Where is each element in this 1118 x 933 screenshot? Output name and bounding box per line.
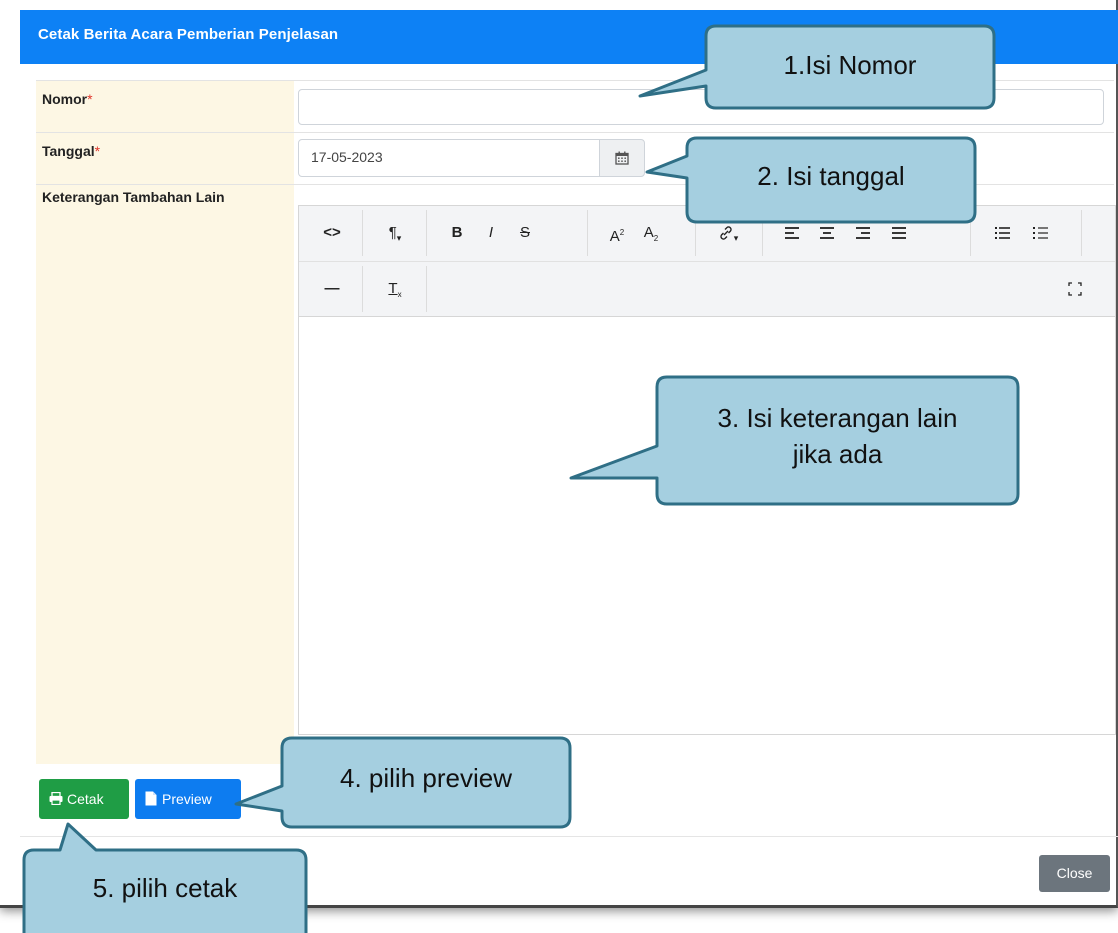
tanggal-label-text: Tanggal [42,143,95,159]
align-right-glyph [856,227,870,239]
required-mark: * [94,143,101,159]
italic-icon[interactable]: I [473,206,509,260]
fullscreen-glyph [1068,282,1082,296]
toolbar-row: <> ¶▾ B I S A2 A2 ▾ [299,206,1115,260]
fullscreen-icon[interactable] [1055,262,1095,316]
align-justify-icon[interactable] [881,206,917,260]
align-justify-glyph [892,227,906,239]
calendar-icon [615,151,629,165]
link-glyph [720,226,732,240]
ordered-list-glyph [1033,227,1048,240]
file-icon [145,791,157,806]
preview-label: Preview [162,791,212,807]
editor-toolbar: <> ¶▾ B I S A2 A2 ▾ — Tx [299,206,1115,317]
toolbar-row: — Tx [299,262,1115,316]
preview-button[interactable]: Preview [135,779,241,819]
label-column [36,80,294,764]
required-mark: * [87,91,93,107]
nomor-label-text: Nomor [42,91,88,107]
toolbar-separator [587,210,588,256]
align-center-glyph [820,227,834,239]
align-center-icon[interactable] [809,206,845,260]
link-icon[interactable]: ▾ [705,206,751,260]
ordered-list-icon[interactable] [1023,206,1059,260]
callout-3: 3. Isi keterangan lain jika ada [657,400,1018,472]
callout-1: 1.Isi Nomor [783,50,917,80]
calendar-button[interactable] [599,139,645,177]
callout-5: 5. pilih cetak [92,873,238,903]
tanggal-label: Tanggal* [42,143,100,159]
toolbar-separator [695,210,696,256]
toolbar-separator [362,266,363,312]
callout-3-line1: 3. Isi keterangan lain [717,403,958,433]
cetak-button[interactable]: Cetak [39,779,129,819]
toolbar-separator [1081,210,1082,256]
callout-2: 2. Isi tanggal [757,161,905,191]
toolbar-separator [762,210,763,256]
callout-4: 4. pilih preview [340,763,512,793]
keterangan-label: Keterangan Tambahan Lain [42,189,225,205]
paragraph-icon[interactable]: ¶▾ [367,206,423,260]
cetak-label: Cetak [67,791,104,807]
row-divider [36,132,1114,133]
close-button[interactable]: Close [1039,855,1110,892]
align-left-glyph [785,227,799,239]
subscript-icon[interactable]: A2 [631,206,671,260]
nomor-input[interactable] [298,89,1104,125]
callout-3-line2: jika ada [792,439,883,469]
code-view-icon[interactable]: <> [307,206,357,260]
modal-title: Cetak Berita Acara Pemberian Penjelasan [38,26,339,43]
clear-formatting-icon[interactable]: Tx [367,262,423,316]
toolbar-separator [426,210,427,256]
unordered-list-icon[interactable] [985,206,1021,260]
align-left-icon[interactable] [775,206,809,260]
footer-divider [20,836,1118,837]
tanggal-input[interactable]: 17-05-2023 [298,139,600,177]
bold-icon[interactable]: B [439,206,475,260]
print-icon [49,791,63,806]
tanggal-field: 17-05-2023 [298,139,646,177]
toolbar-separator [362,210,363,256]
horizontal-rule-icon[interactable]: — [307,262,357,316]
strikethrough-icon[interactable]: S [507,206,543,260]
toolbar-separator [426,266,427,312]
unordered-list-glyph [995,227,1010,240]
editor-content-area[interactable] [299,317,1115,734]
align-right-icon[interactable] [845,206,881,260]
toolbar-separator [970,210,971,256]
nomor-label: Nomor* [42,91,93,107]
